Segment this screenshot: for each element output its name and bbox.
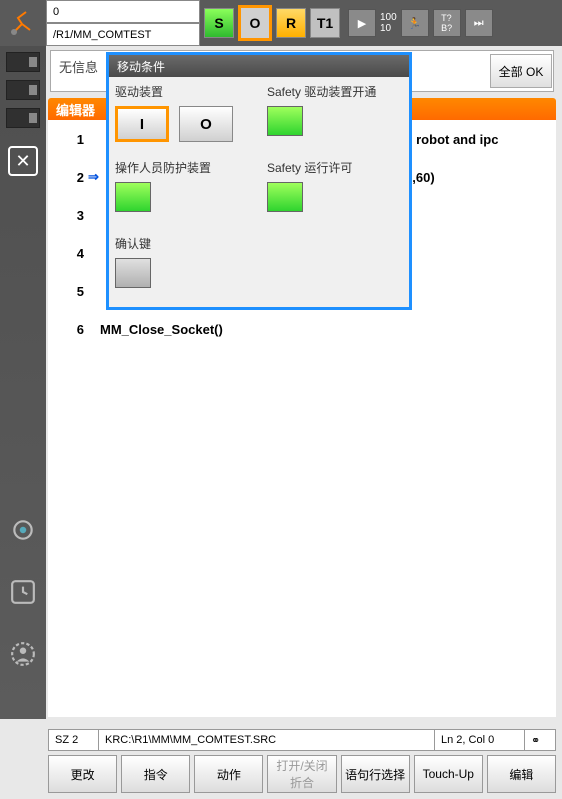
change-button[interactable]: 更改 (48, 755, 117, 793)
edit-button[interactable]: 编辑 (487, 755, 556, 793)
touchup-button[interactable]: Touch-Up (414, 755, 483, 793)
status-sz: SZ 2 (49, 730, 99, 750)
message-text: 无信息 (59, 57, 98, 76)
close-icon[interactable]: ✕ (8, 146, 38, 176)
code-line: 6MM_Close_Socket() (48, 310, 556, 348)
sidebar-item-3[interactable] (6, 108, 40, 128)
status-path: KRC:\R1\MM\MM_COMTEST.SRC (99, 730, 435, 750)
drive-on-button[interactable]: I (115, 106, 169, 142)
robot-icon (0, 0, 46, 46)
status-o-button[interactable]: O (238, 5, 272, 41)
safety-drive-label: Safety 驱动装置开通 (267, 83, 376, 100)
fold-button[interactable]: 打开/关闭 折合 (267, 755, 336, 793)
safety-run-indicator (267, 182, 303, 212)
sidebar-item-1[interactable] (6, 52, 40, 72)
confirm-key-label: 确认键 (115, 235, 151, 252)
top-bar: 0 /R1/MM_COMTEST S O R T1 ▶ 100 10 🏃 T? … (0, 0, 562, 46)
user-icon[interactable] (6, 637, 40, 671)
play-icon[interactable]: ▶ (348, 9, 376, 37)
command-button[interactable]: 指令 (121, 755, 190, 793)
program-info[interactable]: 0 /R1/MM_COMTEST (46, 0, 200, 46)
operator-guard-indicator (115, 182, 151, 212)
clock-icon[interactable] (6, 575, 40, 609)
speed-display: 100 10 (380, 12, 397, 34)
status-bar: SZ 2 KRC:\R1\MM\MM_COMTEST.SRC Ln 2, Col… (48, 729, 556, 751)
line-select-button[interactable]: 语句行选择 (341, 755, 410, 793)
motion-button[interactable]: 动作 (194, 755, 263, 793)
current-line-arrow: ⇒ (88, 169, 99, 185)
sidebar-item-2[interactable] (6, 80, 40, 100)
status-s-button[interactable]: S (204, 8, 234, 38)
gear-icon[interactable] (6, 513, 40, 547)
all-ok-button[interactable]: 全部 OK (490, 54, 552, 88)
status-link-icon: ⚭ (525, 730, 555, 750)
dialog-title: 移动条件 (109, 55, 409, 77)
run-mode-icon[interactable]: 🏃 (401, 9, 429, 37)
info-line-2: /R1/MM_COMTEST (46, 23, 200, 46)
mode-t1-button[interactable]: T1 (310, 8, 340, 38)
tool-base-icon[interactable]: T? B? (433, 9, 461, 37)
bottom-toolbar: 更改 指令 动作 打开/关闭 折合 语句行选择 Touch-Up 编辑 (48, 755, 556, 793)
status-r-button[interactable]: R (276, 8, 306, 38)
left-sidebar: ✕ (0, 46, 46, 719)
skip-icon[interactable]: ⏭ (465, 9, 493, 37)
confirm-key-indicator (115, 258, 151, 288)
status-pos: Ln 2, Col 0 (435, 730, 525, 750)
info-line-1: 0 (46, 0, 200, 23)
motion-conditions-dialog: 移动条件 驱动装置 I O Safety 驱动装置开通 操作人员防护装置 Saf… (106, 52, 412, 310)
drive-label: 驱动装置 (115, 83, 233, 100)
operator-guard-label: 操作人员防护装置 (115, 159, 211, 176)
safety-drive-indicator (267, 106, 303, 136)
drive-off-button[interactable]: O (179, 106, 233, 142)
safety-run-label: Safety 运行许可 (267, 159, 352, 176)
